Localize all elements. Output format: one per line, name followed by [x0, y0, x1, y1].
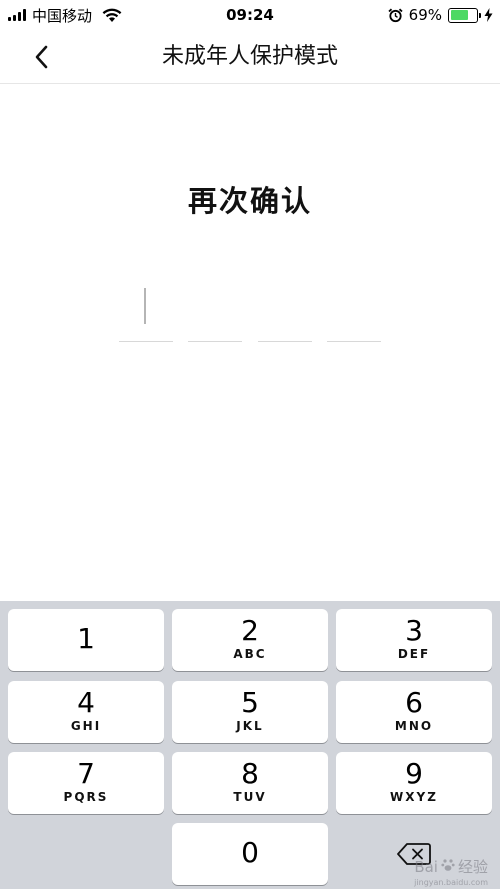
- key-digit: 1: [77, 622, 95, 655]
- key-letters: TUV: [233, 790, 267, 804]
- key-4[interactable]: 4 GHI: [8, 681, 164, 743]
- battery-icon: [448, 7, 481, 23]
- key-2[interactable]: 2 ABC: [172, 609, 328, 671]
- pin-input[interactable]: [119, 284, 381, 342]
- charging-bolt-icon: [484, 8, 494, 23]
- key-letters: DEF: [397, 647, 431, 661]
- key-8[interactable]: 8 TUV: [172, 752, 328, 814]
- key-1[interactable]: 1: [8, 609, 164, 671]
- carrier-name: 中国移动: [32, 6, 93, 25]
- numeric-keyboard: 1 2 ABC 3 DEF 4 GHI 5 JKL 6 MNO 7 PQRS 8…: [0, 601, 500, 889]
- key-3[interactable]: 3 DEF: [336, 609, 492, 671]
- status-bar: 中国移动 09:24 69%: [0, 0, 500, 30]
- key-7[interactable]: 7 PQRS: [8, 752, 164, 814]
- key-9[interactable]: 9 WXYZ: [336, 752, 492, 814]
- key-letters: PQRS: [63, 790, 109, 804]
- key-digit: 2: [241, 614, 259, 647]
- key-letters: GHI: [70, 719, 102, 733]
- key-digit: 8: [241, 757, 259, 790]
- paw-icon: [441, 858, 455, 876]
- key-letters: WXYZ: [390, 790, 438, 804]
- chevron-left-icon: [35, 45, 48, 69]
- pin-slot-2[interactable]: [188, 284, 242, 342]
- key-5[interactable]: 5 JKL: [172, 681, 328, 743]
- key-digit: 0: [241, 836, 259, 869]
- status-left: 中国移动: [8, 0, 122, 30]
- key-letters: MNO: [394, 719, 434, 733]
- page-title: 未成年人保护模式: [161, 44, 338, 69]
- watermark-text: Bai: [414, 857, 438, 876]
- status-right: 69%: [388, 0, 494, 30]
- key-letters: ABC: [233, 647, 267, 661]
- watermark-text2: 经验: [457, 858, 488, 876]
- key-digit: 7: [77, 757, 95, 790]
- key-digit: 6: [405, 686, 423, 719]
- wifi-icon: [102, 7, 122, 23]
- key-digit: 9: [405, 757, 423, 790]
- key-digit: 5: [241, 686, 259, 719]
- confirm-heading: 再次确认: [187, 184, 312, 218]
- key-0[interactable]: 0: [172, 823, 328, 885]
- key-letters: JKL: [236, 719, 264, 733]
- key-6[interactable]: 6 MNO: [336, 681, 492, 743]
- key-digit: 4: [77, 686, 95, 719]
- watermark-url: jingyan.baidu.com: [414, 878, 488, 887]
- back-button[interactable]: [28, 42, 54, 72]
- text-caret: [144, 288, 146, 324]
- signal-icon: [8, 9, 26, 21]
- watermark: Bai 经验: [414, 856, 488, 877]
- battery-fill: [450, 10, 468, 20]
- key-digit: 3: [405, 614, 423, 647]
- pin-slot-1[interactable]: [119, 284, 173, 342]
- alarm-clock-icon: [388, 8, 403, 23]
- pin-slot-4[interactable]: [327, 284, 381, 342]
- pin-slot-3[interactable]: [258, 284, 312, 342]
- nav-bar: 未成年人保护模式: [0, 30, 500, 84]
- battery-percent: 69%: [408, 6, 442, 24]
